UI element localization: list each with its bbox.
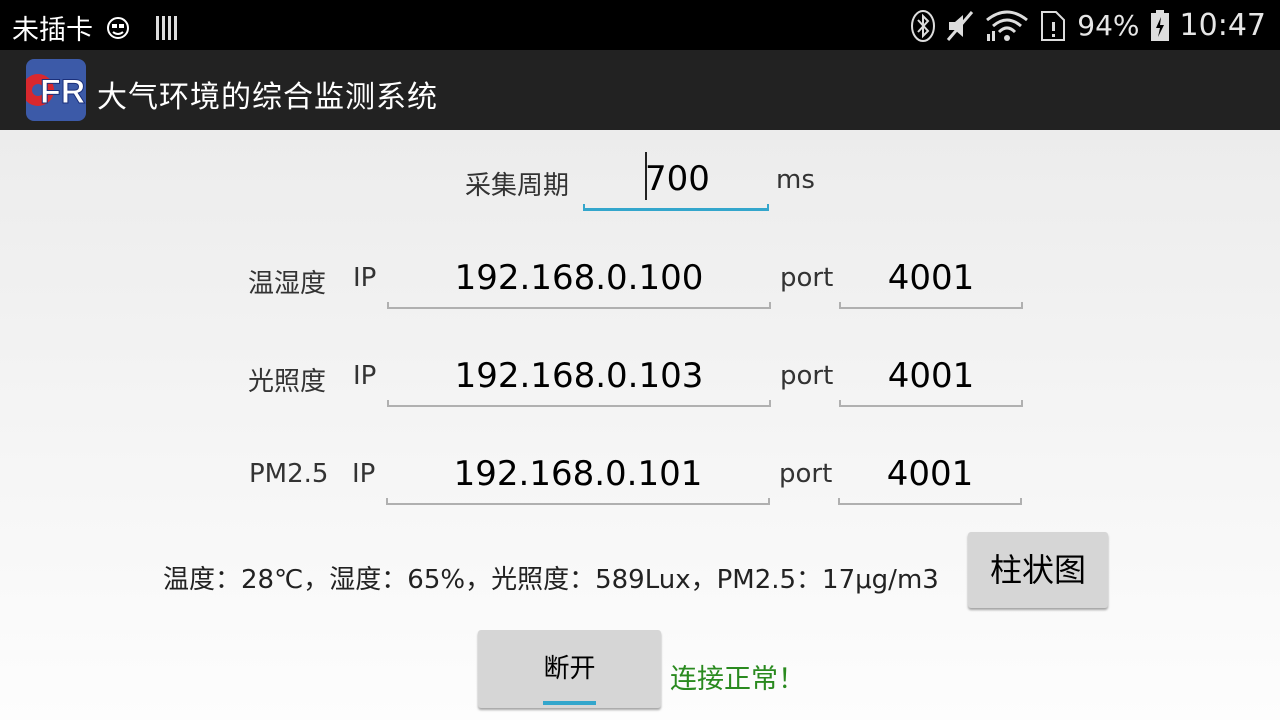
ip-label: IP	[352, 459, 376, 489]
disconnect-button[interactable]: 断开	[478, 630, 661, 708]
ip-label: IP	[353, 361, 377, 391]
period-input[interactable]: 700	[583, 150, 769, 212]
carrier-label: 未插卡	[12, 15, 93, 46]
port-label: port	[779, 459, 833, 489]
app-logo-text: FRO	[40, 73, 86, 111]
port-label: port	[780, 361, 834, 391]
period-value: 700	[645, 159, 710, 199]
disconnect-button-label: 断开	[543, 654, 596, 684]
port-underline	[838, 498, 1022, 505]
ip-value: 192.168.0.103	[454, 356, 704, 396]
bluetooth-icon	[911, 9, 936, 42]
sensor-name-temp-humidity: 温湿度	[248, 269, 327, 299]
sensor-name-pm25: PM2.5	[249, 459, 329, 489]
illuminance-ip-input[interactable]: 192.168.0.103	[387, 346, 771, 408]
sensor-readout: 温度：28℃，湿度：65%，光照度：589Lux，PM2.5：17μg/m3	[163, 565, 939, 595]
ip-underline	[387, 400, 771, 407]
wifi-icon	[985, 10, 1029, 42]
pm25-ip-input[interactable]: 192.168.0.101	[386, 444, 770, 506]
connection-status: 连接正常！	[670, 664, 805, 695]
battery-percent: 94%	[1077, 9, 1140, 42]
ip-underline	[387, 302, 771, 309]
port-value: 4001	[887, 356, 975, 396]
ip-value: 192.168.0.101	[453, 454, 703, 494]
app-logo-icon: FRO	[26, 59, 86, 121]
bar-chart-button-label: 柱状图	[989, 551, 1086, 589]
face-icon	[105, 15, 131, 41]
port-underline	[839, 302, 1023, 309]
main-content: 采集周期 700 ms 温湿度 IP 192.168.0.100 port 40…	[0, 130, 1280, 720]
port-value: 4001	[887, 258, 975, 298]
port-value: 4001	[886, 454, 974, 494]
port-underline	[839, 400, 1023, 407]
illuminance-port-input[interactable]: 4001	[839, 346, 1023, 408]
temp-humidity-port-input[interactable]: 4001	[839, 248, 1023, 310]
port-label: port	[780, 263, 834, 293]
pm25-port-input[interactable]: 4001	[838, 444, 1022, 506]
battery-charging-icon	[1150, 9, 1170, 42]
period-label: 采集周期	[465, 171, 570, 201]
sim-bars-icon	[155, 14, 181, 42]
ip-underline	[386, 498, 770, 505]
focus-indicator	[543, 701, 596, 705]
bar-chart-button[interactable]: 柱状图	[968, 532, 1108, 608]
temp-humidity-ip-input[interactable]: 192.168.0.100	[387, 248, 771, 310]
ip-value: 192.168.0.100	[454, 258, 704, 298]
clock: 10:47	[1179, 8, 1266, 43]
status-bar: 未插卡 94% 10:47	[0, 0, 1280, 50]
sensor-name-illuminance: 光照度	[248, 367, 327, 397]
action-bar: FRO 大气环境的综合监测系统	[0, 50, 1280, 130]
period-underline	[583, 204, 769, 211]
app-title: 大气环境的综合监测系统	[97, 80, 438, 115]
mute-icon	[945, 10, 975, 42]
ip-label: IP	[353, 263, 377, 293]
sim-slot-icon	[1039, 10, 1067, 42]
period-unit: ms	[776, 165, 815, 195]
